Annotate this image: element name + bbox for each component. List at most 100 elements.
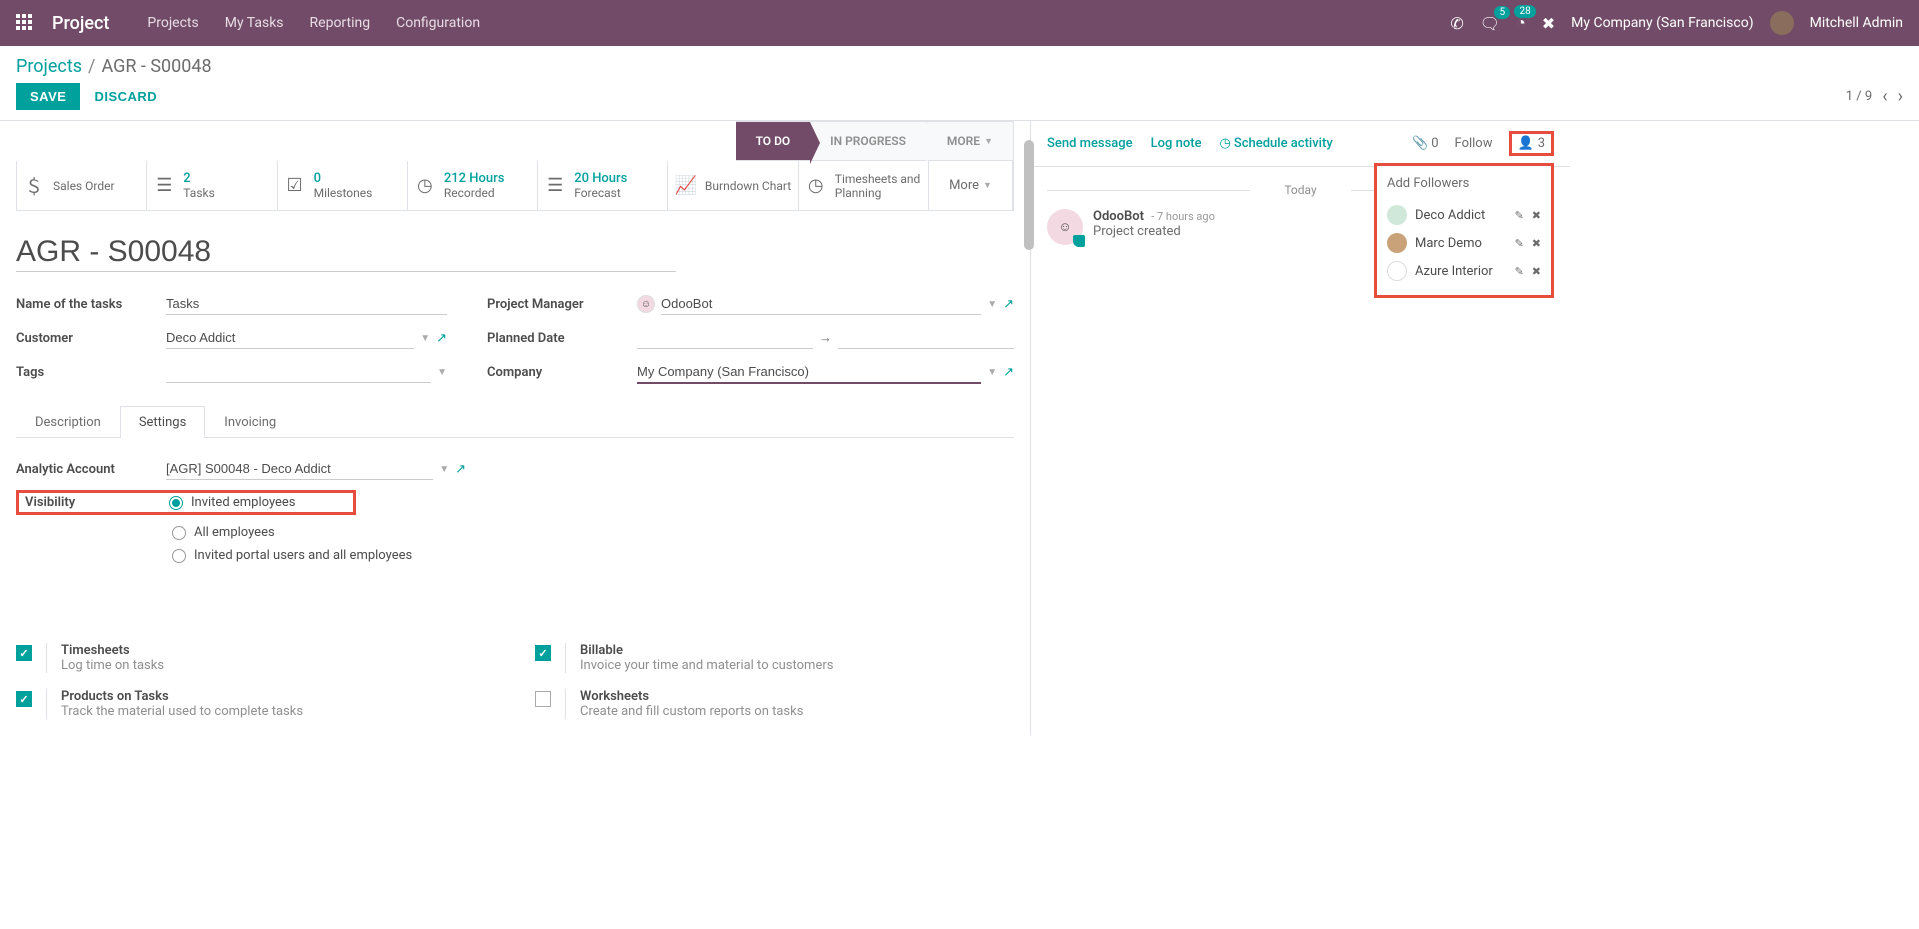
planned-date-label: Planned Date [487,331,637,346]
nav-projects[interactable]: Projects [147,15,198,31]
customer-label: Customer [16,331,166,346]
follow-button[interactable]: Follow [1455,136,1493,151]
name-of-tasks-input[interactable] [166,293,447,315]
nav-configuration[interactable]: Configuration [396,15,480,31]
company-input[interactable] [637,361,981,384]
chevron-down-icon[interactable]: ▼ [987,299,997,310]
clock-small-icon: ◷ [1220,136,1231,151]
top-navbar: Project Projects My Tasks Reporting Conf… [0,0,1919,46]
user-menu[interactable]: Mitchell Admin [1810,15,1903,31]
close-tray-icon[interactable]: ✖ [1542,14,1555,33]
statusbar: TO DO IN PROGRESS MORE ▼ [16,121,1014,161]
scrollbar[interactable] [1024,140,1034,250]
bot-avatar-icon: ☺ [1047,209,1083,245]
visibility-label: Visibility [25,495,169,510]
pager-prev-icon[interactable]: ‹ [1882,86,1887,107]
edit-icon[interactable]: ✎ [1515,209,1524,222]
radio-icon [172,549,186,563]
chevron-down-icon[interactable]: ▼ [439,464,449,475]
stat-more[interactable]: More ▼ [929,161,1013,210]
billable-checkbox[interactable] [535,645,551,661]
customer-input[interactable] [166,327,414,349]
form-tabs: Description Settings Invoicing [16,406,1014,438]
planned-date-end[interactable] [838,327,1014,349]
worksheets-checkbox[interactable] [535,691,551,707]
follower-row: Azure Interior ✎✖ [1387,257,1541,285]
stat-buttons-row: ＄ Sales Order ☰ 2Tasks ☑ 0Milestones ◷ 2… [16,161,1014,211]
phone-icon[interactable]: ✆ [1450,14,1463,33]
follower-row: Deco Addict ✎✖ [1387,201,1541,229]
breadcrumb-current: AGR - S00048 [101,56,211,77]
clock-badge: 28 [1514,5,1535,18]
user-avatar[interactable] [1770,11,1794,35]
clock-stat-icon: ◷ [414,175,436,196]
remove-icon[interactable]: ✖ [1532,209,1541,222]
stat-sales-order[interactable]: ＄ Sales Order [17,161,147,210]
apps-icon[interactable] [16,14,34,32]
chevron-down-icon[interactable]: ▼ [420,333,430,344]
discard-button[interactable]: DISCARD [80,83,171,110]
follower-row: Marc Demo ✎✖ [1387,229,1541,257]
external-link-icon[interactable]: ↗ [455,462,466,477]
paperclip-icon: 📎 [1412,136,1428,151]
stat-tasks[interactable]: ☰ 2Tasks [147,161,277,210]
company-label: Company [487,365,637,380]
pager-next-icon[interactable]: › [1898,86,1903,107]
stat-milestones[interactable]: ☑ 0Milestones [278,161,408,210]
stat-timesheets-planning[interactable]: ◷ Timesheets and Planning [799,161,929,210]
schedule-activity-button[interactable]: ◷Schedule activity [1220,136,1333,151]
external-link-icon[interactable]: ↗ [436,331,447,346]
stat-burndown[interactable]: 📈 Burndown Chart [668,161,798,210]
project-manager-input[interactable] [661,293,981,315]
visibility-portal-users[interactable]: Invited portal users and all employees [172,548,1014,563]
add-followers-title[interactable]: Add Followers [1387,176,1541,191]
external-link-icon[interactable]: ↗ [1003,365,1014,380]
clock-icon[interactable]: ◔28 [1516,13,1526,33]
chat-icon[interactable]: 🗨5 [1480,14,1500,33]
feature-products-on-tasks: Products on Tasks Track the material use… [16,689,495,719]
chevron-down-icon[interactable]: ▼ [987,367,997,378]
tab-description[interactable]: Description [16,406,120,438]
log-note-button[interactable]: Log note [1151,136,1202,151]
breadcrumb-root[interactable]: Projects [16,56,82,77]
attachments-count[interactable]: 📎0 [1412,136,1439,151]
save-button[interactable]: SAVE [16,83,80,110]
tasks-icon: ☰ [153,175,175,196]
planned-date-start[interactable] [637,327,813,349]
radio-icon [172,526,186,540]
nav-my-tasks[interactable]: My Tasks [225,15,284,31]
stat-forecast[interactable]: ☰ 20 HoursForecast [538,161,668,210]
chat-badge: 5 [1494,6,1510,19]
products-checkbox[interactable] [16,691,32,707]
message-time: - 7 hours ago [1151,210,1215,223]
status-in-progress[interactable]: IN PROGRESS [810,121,926,161]
radio-icon [169,496,183,510]
tab-settings[interactable]: Settings [120,406,205,438]
status-more[interactable]: MORE ▼ [926,121,1014,161]
feature-billable: Billable Invoice your time and material … [535,643,1014,673]
status-todo[interactable]: TO DO [736,121,811,161]
person-icon: 👤 [1518,136,1534,151]
tags-input[interactable] [166,361,431,383]
project-name-input[interactable] [16,233,676,272]
nav-reporting[interactable]: Reporting [310,15,371,31]
followers-popover: Add Followers Deco Addict ✎✖ Marc Demo ✎… [1374,163,1554,298]
visibility-all-employees[interactable]: All employees [172,525,1014,540]
remove-icon[interactable]: ✖ [1532,237,1541,250]
manager-avatar-icon: ☺ [637,295,655,313]
edit-icon[interactable]: ✎ [1515,265,1524,278]
tab-invoicing[interactable]: Invoicing [205,406,295,438]
external-link-icon[interactable]: ↗ [1003,297,1014,312]
remove-icon[interactable]: ✖ [1532,265,1541,278]
stat-recorded[interactable]: ◷ 212 HoursRecorded [408,161,538,210]
follower-avatar-icon [1387,233,1407,253]
timesheets-checkbox[interactable] [16,645,32,661]
company-selector[interactable]: My Company (San Francisco) [1571,15,1753,31]
followers-count-button[interactable]: 👤3 [1509,131,1555,156]
send-message-button[interactable]: Send message [1047,136,1133,151]
visibility-invited-employees[interactable]: Invited employees [169,495,296,510]
feature-timesheets: Timesheets Log time on tasks [16,643,495,673]
chevron-down-icon[interactable]: ▼ [437,367,447,378]
analytic-account-input[interactable] [166,458,433,480]
edit-icon[interactable]: ✎ [1515,237,1524,250]
